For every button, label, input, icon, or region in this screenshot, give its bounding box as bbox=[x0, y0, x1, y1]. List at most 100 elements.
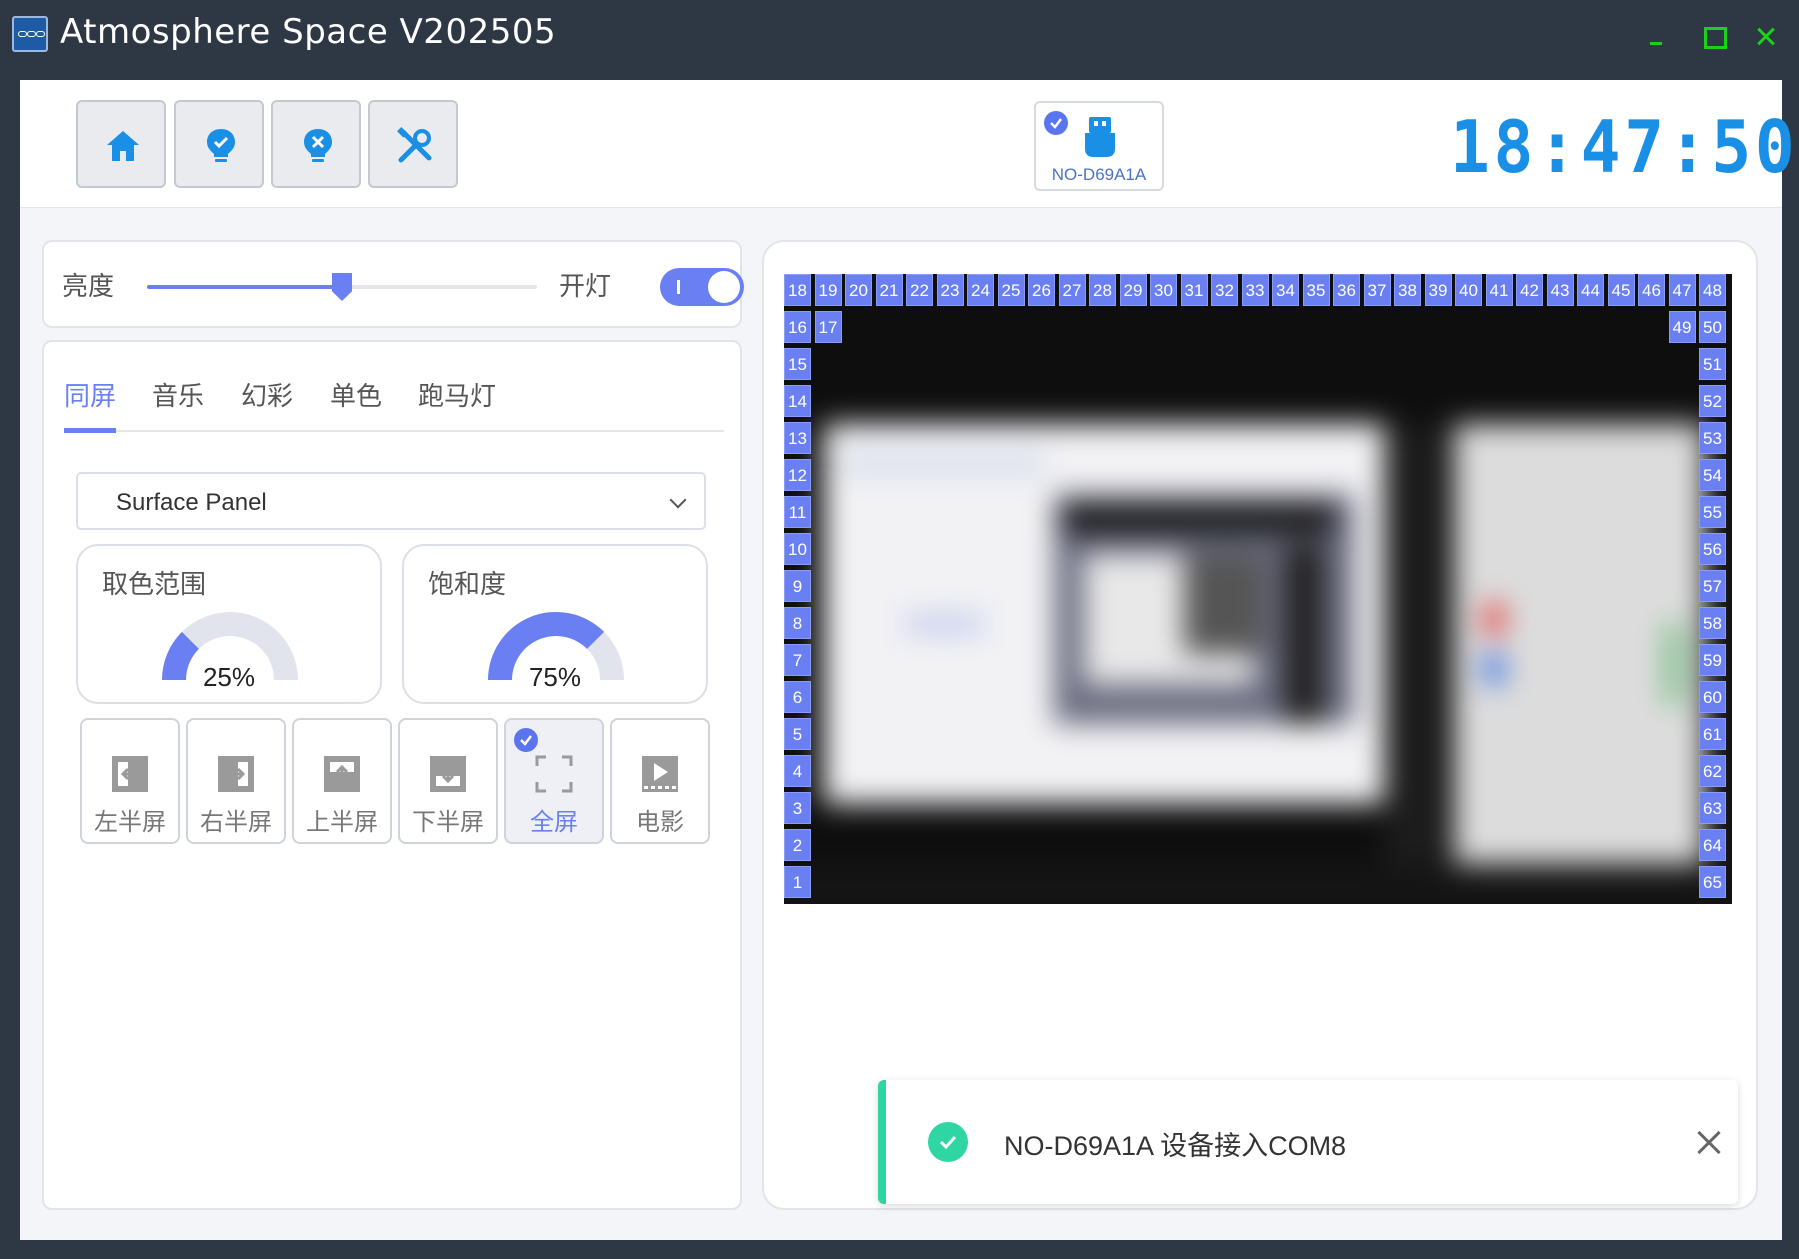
screen-option-label: 全屏 bbox=[530, 808, 578, 836]
display-select-value: Surface Panel bbox=[116, 489, 267, 516]
led-index-36: 36 bbox=[1333, 274, 1360, 306]
brightness-slider-fill bbox=[147, 285, 342, 289]
close-window-button[interactable] bbox=[1752, 20, 1786, 54]
led-index-14: 14 bbox=[784, 385, 811, 417]
led-index-38: 38 bbox=[1394, 274, 1421, 306]
brightness-slider[interactable] bbox=[147, 273, 537, 301]
home-button[interactable] bbox=[76, 100, 166, 188]
left-half-button[interactable]: 左半屏 bbox=[80, 718, 180, 844]
led-index-23: 23 bbox=[936, 274, 964, 306]
led-index-8: 8 bbox=[784, 607, 811, 639]
led-index-15: 15 bbox=[784, 348, 811, 380]
window-title: Atmosphere Space V202505 bbox=[60, 12, 557, 52]
led-index-12: 12 bbox=[784, 459, 811, 491]
fullscreen-button[interactable]: 全屏 bbox=[504, 718, 604, 844]
top-half-button[interactable]: 上半屏 bbox=[292, 718, 392, 844]
led-index-62: 62 bbox=[1699, 755, 1726, 787]
led-index-56: 56 bbox=[1699, 533, 1726, 565]
tab-music[interactable]: 音乐 bbox=[152, 376, 204, 413]
led-index-60: 60 bbox=[1699, 681, 1726, 713]
brightness-label: 亮度 bbox=[62, 272, 115, 302]
led-index-26: 26 bbox=[1028, 274, 1055, 306]
led-index-63: 63 bbox=[1699, 792, 1726, 824]
led-index-64: 64 bbox=[1699, 829, 1726, 861]
screen-option-label: 右半屏 bbox=[200, 808, 272, 836]
minimize-button[interactable] bbox=[1640, 20, 1674, 54]
led-index-45: 45 bbox=[1607, 274, 1635, 306]
toast-close-icon[interactable] bbox=[1696, 1130, 1722, 1156]
led-index-35: 35 bbox=[1302, 274, 1330, 306]
screen-preview bbox=[784, 274, 1732, 904]
led-index-30: 30 bbox=[1150, 274, 1177, 306]
tab-rainbow[interactable]: 幻彩 bbox=[241, 376, 293, 413]
light-toggle-label: 开灯 bbox=[559, 272, 612, 302]
movie-icon bbox=[642, 756, 678, 792]
led-index-1: 1 bbox=[784, 866, 811, 898]
mode-tabs: 同屏 音乐 幻彩 单色 跑马灯 bbox=[64, 376, 724, 433]
led-index-4: 4 bbox=[784, 755, 811, 787]
app-window: Atmosphere Space V202505 NO-D69A1A 18:47… bbox=[0, 0, 1799, 1259]
led-index-55: 55 bbox=[1699, 496, 1726, 528]
led-index-32: 32 bbox=[1211, 274, 1238, 306]
led-index-10: 10 bbox=[784, 533, 811, 565]
light-toggle[interactable] bbox=[660, 268, 744, 306]
led-index-37: 37 bbox=[1363, 274, 1391, 306]
left-half-icon bbox=[112, 756, 148, 792]
home-icon bbox=[107, 131, 139, 161]
mode-panel: 同屏 音乐 幻彩 单色 跑马灯 Surface Panel 取色范围 25% 饱… bbox=[42, 340, 742, 1210]
bottom-half-button[interactable]: 下半屏 bbox=[398, 718, 498, 844]
device-chip[interactable]: NO-D69A1A bbox=[1034, 101, 1164, 191]
device-name: NO-D69A1A bbox=[1051, 165, 1147, 184]
success-check-icon bbox=[928, 1122, 968, 1162]
led-index-39: 39 bbox=[1424, 274, 1452, 306]
maximize-button[interactable] bbox=[1696, 20, 1730, 54]
chevron-down-icon bbox=[669, 491, 687, 509]
led-index-54: 54 bbox=[1699, 459, 1726, 491]
tab-sync-screen[interactable]: 同屏 bbox=[64, 376, 116, 413]
display-select[interactable]: Surface Panel bbox=[76, 472, 706, 530]
color-range-gauge[interactable]: 取色范围 25% bbox=[76, 544, 382, 704]
led-index-43: 43 bbox=[1546, 274, 1574, 306]
right-half-button[interactable]: 右半屏 bbox=[186, 718, 286, 844]
led-index-61: 61 bbox=[1699, 718, 1726, 750]
led-index-41: 41 bbox=[1485, 274, 1513, 306]
light-off-button[interactable] bbox=[271, 100, 361, 188]
screen-option-label: 左半屏 bbox=[94, 808, 166, 836]
led-index-49: 49 bbox=[1668, 311, 1696, 343]
tab-marquee[interactable]: 跑马灯 bbox=[418, 376, 496, 413]
check-icon bbox=[514, 728, 538, 752]
led-index-5: 5 bbox=[784, 718, 811, 750]
movie-button[interactable]: 电影 bbox=[610, 718, 710, 844]
led-index-47: 47 bbox=[1668, 274, 1696, 306]
title-bar[interactable]: Atmosphere Space V202505 bbox=[0, 0, 1799, 80]
client-area: NO-D69A1A 18:47:50 亮度 开灯 同屏 音乐 幻彩 单色 跑马灯… bbox=[20, 80, 1795, 1240]
led-index-46: 46 bbox=[1638, 274, 1665, 306]
connection-toast: NO-D69A1A 设备接入COM8 bbox=[878, 1080, 1738, 1204]
top-half-icon bbox=[324, 756, 360, 792]
blurred-screen-capture bbox=[784, 274, 1732, 904]
gauge-value: 25% bbox=[202, 662, 256, 692]
saturation-gauge[interactable]: 饱和度 75% bbox=[402, 544, 708, 704]
led-index-9: 9 bbox=[784, 570, 811, 602]
light-on-button[interactable] bbox=[174, 100, 264, 188]
lightbulb-check-icon bbox=[207, 129, 235, 162]
usb-icon bbox=[1085, 117, 1115, 157]
led-index-19: 19 bbox=[814, 274, 842, 306]
settings-tools-button[interactable] bbox=[368, 100, 458, 188]
gauge-value: 75% bbox=[528, 662, 582, 692]
led-index-29: 29 bbox=[1119, 274, 1147, 306]
toolbar: NO-D69A1A 18:47:50 bbox=[20, 80, 1795, 208]
tab-solid-color[interactable]: 单色 bbox=[330, 376, 382, 413]
led-index-50: 50 bbox=[1699, 311, 1726, 343]
led-index-48: 48 bbox=[1699, 274, 1726, 306]
brightness-slider-thumb[interactable] bbox=[332, 273, 352, 301]
led-index-21: 21 bbox=[875, 274, 903, 306]
brightness-panel: 亮度 开灯 bbox=[42, 240, 744, 328]
led-index-31: 31 bbox=[1180, 274, 1208, 306]
led-index-53: 53 bbox=[1699, 422, 1726, 454]
led-index-22: 22 bbox=[906, 274, 933, 306]
led-index-28: 28 bbox=[1089, 274, 1116, 306]
screen-option-label: 下半屏 bbox=[412, 808, 484, 836]
led-index-25: 25 bbox=[997, 274, 1025, 306]
screen-option-label: 电影 bbox=[636, 808, 684, 836]
